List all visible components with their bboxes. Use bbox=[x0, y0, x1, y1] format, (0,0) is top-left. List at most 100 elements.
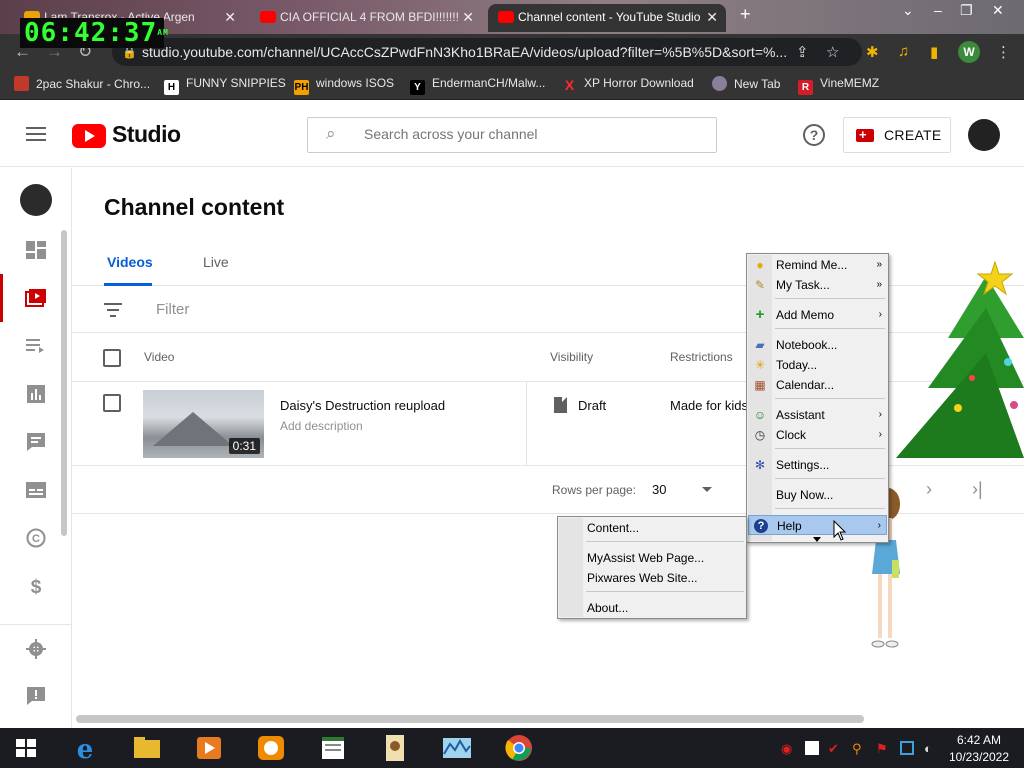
tray-swirl-icon[interactable]: ◉ bbox=[781, 741, 795, 756]
tab-search-chevron-icon[interactable]: ⌄ bbox=[902, 2, 914, 19]
profile-avatar[interactable]: W bbox=[958, 41, 980, 63]
bookmark-item[interactable]: X XP Horror Download bbox=[562, 76, 694, 93]
menu-scroll-down-icon[interactable] bbox=[813, 537, 821, 542]
assistant-app-icon[interactable] bbox=[378, 732, 412, 764]
submenu-item-content[interactable]: Content... bbox=[559, 518, 745, 538]
sidebar-channel-avatar[interactable] bbox=[20, 184, 52, 216]
channel-avatar[interactable] bbox=[968, 119, 1000, 151]
menu-item-add-memo[interactable]: + Add Memo › bbox=[748, 305, 887, 325]
sidebar-item-earn[interactable]: $ bbox=[0, 562, 72, 610]
share-icon[interactable]: ⇪ bbox=[796, 43, 809, 61]
bookmark-item[interactable]: H FUNNY SNIPPIES bbox=[164, 76, 286, 95]
uc-browser-icon[interactable] bbox=[254, 732, 288, 764]
submenu-item-myassist-web-page[interactable]: MyAssist Web Page... bbox=[559, 548, 745, 568]
tab-close-icon[interactable]: ✕ bbox=[706, 4, 718, 30]
sidebar-item-settings[interactable] bbox=[0, 624, 72, 672]
menu-dots-icon[interactable]: ⋮ bbox=[996, 43, 1011, 61]
bookmark-item[interactable]: R VineMEMZ bbox=[798, 76, 879, 95]
plus-icon: + bbox=[755, 306, 765, 323]
menu-item-buy-now[interactable]: Buy Now... bbox=[748, 485, 887, 505]
help-icon[interactable]: ? bbox=[803, 124, 825, 146]
rows-per-page-select[interactable]: 30 bbox=[652, 482, 666, 497]
bookmark-star-icon[interactable]: ☆ bbox=[826, 43, 839, 61]
menu-item-my-task[interactable]: ✎ My Task... » bbox=[748, 275, 887, 295]
search-input[interactable] bbox=[364, 126, 704, 142]
youtube-logo-icon[interactable] bbox=[72, 124, 106, 148]
menu-item-settings[interactable]: ✻ Settings... bbox=[748, 455, 887, 475]
filter-icon[interactable] bbox=[104, 303, 122, 317]
bookmark-label: VineMEMZ bbox=[820, 76, 880, 90]
tray-monitor-icon[interactable] bbox=[900, 741, 914, 755]
browser-tab[interactable]: CIA OFFICIAL 4 FROM BFDI!!!!!!! ✕ bbox=[250, 4, 482, 32]
menu-item-label: Clock bbox=[776, 428, 807, 442]
tray-speaker-icon[interactable]: ◐ bbox=[924, 741, 938, 756]
studio-header: Studio ⌕ ? CREATE bbox=[0, 103, 1024, 167]
bookmark-item[interactable]: PH windows ISOS bbox=[294, 76, 394, 95]
last-page-icon[interactable]: ›| bbox=[972, 479, 983, 500]
video-title[interactable]: Daisy's Destruction reupload bbox=[280, 398, 445, 413]
notepad-app-icon[interactable] bbox=[316, 732, 350, 764]
tab-close-icon[interactable]: ✕ bbox=[224, 4, 236, 30]
tray-flag-icon[interactable]: ⚑ bbox=[876, 741, 890, 756]
taskbar-time[interactable]: 6:42 AM bbox=[951, 733, 1007, 747]
bookmark-item[interactable]: Y EndermanCH/Malw... bbox=[410, 76, 545, 95]
menu-item-assistant[interactable]: ☺ Assistant › bbox=[748, 405, 887, 425]
start-windows-icon[interactable] bbox=[16, 739, 36, 757]
performance-monitor-icon[interactable] bbox=[440, 732, 474, 764]
media-control-icon[interactable]: ♫ bbox=[898, 43, 909, 60]
tab-live[interactable]: Live bbox=[203, 254, 229, 270]
browser-tab-active[interactable]: Channel content - YouTube Studio ✕ bbox=[488, 4, 726, 32]
menu-item-calendar[interactable]: ▦ Calendar... bbox=[748, 375, 887, 395]
dropdown-caret-icon[interactable] bbox=[702, 487, 712, 492]
filter-input[interactable]: Filter bbox=[156, 301, 189, 318]
sidebar-scrollbar[interactable] bbox=[61, 230, 67, 536]
chrome-icon[interactable] bbox=[502, 732, 536, 764]
menu-item-clock[interactable]: ◷ Clock › bbox=[748, 425, 887, 445]
video-visibility[interactable]: Draft bbox=[578, 398, 606, 413]
column-header-visibility[interactable]: Visibility bbox=[550, 350, 593, 364]
horizontal-scrollbar[interactable] bbox=[76, 715, 864, 723]
restore-icon[interactable]: ❐ bbox=[960, 2, 973, 19]
internet-explorer-icon[interactable]: e bbox=[68, 732, 102, 765]
submenu-item-pixwares-web-site[interactable]: Pixwares Web Site... bbox=[559, 568, 745, 588]
bookmark-item[interactable]: 2pac Shakur - Chro... bbox=[14, 76, 150, 91]
row-checkbox[interactable] bbox=[103, 394, 121, 412]
menu-item-remind-me[interactable]: ● Remind Me... » bbox=[748, 255, 887, 275]
menu-item-today[interactable]: ✳ Today... bbox=[748, 355, 887, 375]
channel-search[interactable]: ⌕ bbox=[307, 117, 717, 153]
tray-check-icon[interactable]: ✔ bbox=[828, 741, 842, 756]
tab-close-icon[interactable]: ✕ bbox=[462, 4, 474, 30]
tray-window-icon[interactable] bbox=[805, 741, 819, 755]
christmas-tree-image bbox=[896, 260, 1024, 458]
extensions-icon[interactable]: ✱ bbox=[866, 43, 879, 61]
bookmark-item[interactable]: New Tab bbox=[712, 76, 780, 91]
submenu-arrow-icon: » bbox=[876, 279, 882, 290]
subtitles-icon bbox=[26, 482, 46, 498]
side-panel-icon[interactable]: ▮ bbox=[930, 43, 938, 61]
video-description[interactable]: Add description bbox=[280, 419, 363, 433]
menu-item-notebook[interactable]: ▰ Notebook... bbox=[748, 335, 887, 355]
minimize-icon[interactable]: – bbox=[934, 2, 942, 18]
clock-icon: ◷ bbox=[754, 428, 766, 442]
svg-text:C: C bbox=[32, 533, 40, 545]
close-window-icon[interactable]: ✕ bbox=[992, 2, 1004, 19]
menu-item-help[interactable]: ? Help › bbox=[748, 515, 887, 535]
create-button[interactable]: CREATE bbox=[843, 117, 951, 153]
address-bar[interactable]: 🔒 studio.youtube.com/channel/UCAccCsZPwd… bbox=[112, 38, 862, 66]
select-all-checkbox[interactable] bbox=[103, 349, 121, 367]
studio-logo-text[interactable]: Studio bbox=[112, 121, 181, 148]
file-explorer-icon[interactable] bbox=[130, 732, 164, 764]
sidebar-item-feedback[interactable] bbox=[0, 672, 72, 720]
column-header-restrictions[interactable]: Restrictions bbox=[670, 350, 733, 364]
column-header-video[interactable]: Video bbox=[144, 350, 174, 364]
new-tab-icon[interactable]: + bbox=[740, 4, 751, 25]
tab-videos[interactable]: Videos bbox=[107, 254, 153, 270]
video-thumbnail[interactable]: 0:31 bbox=[143, 390, 264, 458]
hamburger-menu-icon[interactable] bbox=[26, 127, 46, 141]
submenu-item-about[interactable]: About... bbox=[559, 598, 745, 618]
media-player-icon[interactable] bbox=[192, 732, 226, 764]
taskbar-date[interactable]: 10/23/2022 bbox=[946, 750, 1012, 764]
next-page-icon[interactable]: › bbox=[926, 479, 932, 500]
calendar-icon: ▦ bbox=[754, 378, 766, 392]
tray-search-icon[interactable]: ⚲ bbox=[852, 741, 866, 756]
